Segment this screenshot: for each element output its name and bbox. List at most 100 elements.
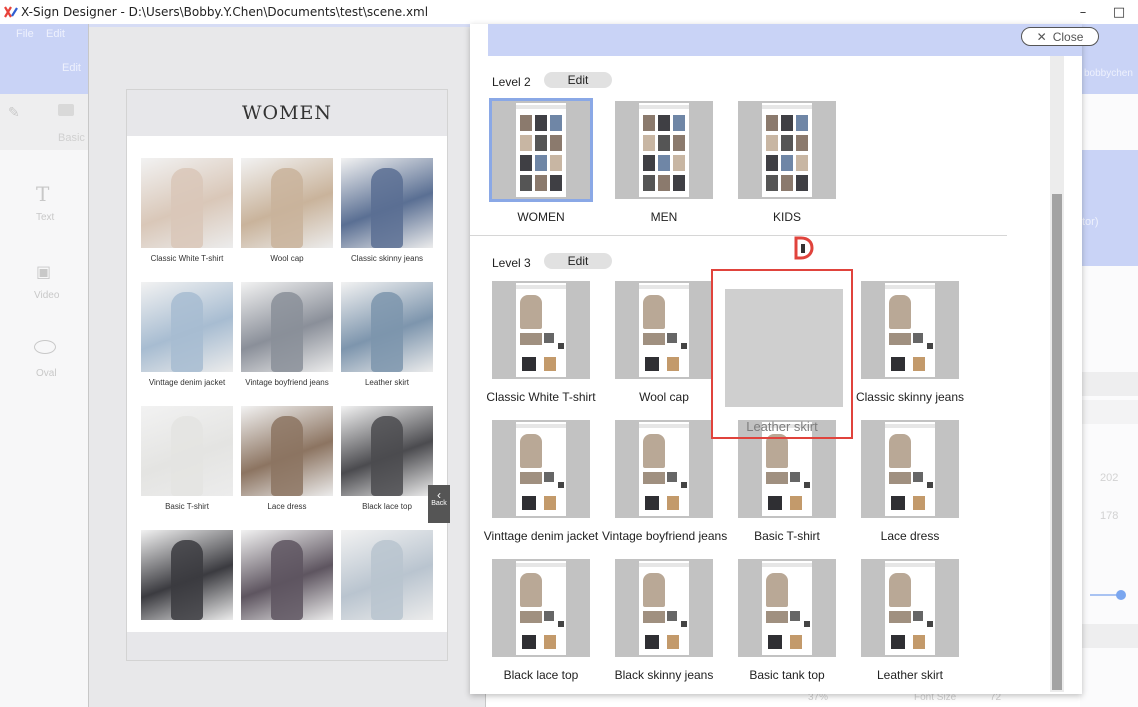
- product-photo: [241, 530, 333, 620]
- preview-panel: WOMEN Classic White T-shirt Wool cap Class…: [88, 24, 487, 707]
- product-caption: Leather skirt: [364, 378, 410, 387]
- product-tile[interactable]: Classic White T-shirt: [141, 158, 233, 263]
- scene-thumbnail[interactable]: [738, 559, 836, 657]
- product-tile[interactable]: Leather skirt: [341, 282, 433, 387]
- mini-photo: [766, 175, 778, 191]
- mini-bottom-photo: [522, 357, 536, 371]
- mini-photo: [520, 175, 532, 191]
- scene-thumbnail[interactable]: [861, 281, 959, 379]
- product-photo: [141, 282, 233, 372]
- mini-qr: [667, 333, 677, 343]
- product-tile[interactable]: Vinttage denim jacket: [141, 282, 233, 387]
- mini-photo: [796, 155, 808, 171]
- tool-text[interactable]: T Text: [0, 174, 88, 236]
- tool-video[interactable]: ▣ Video: [0, 252, 88, 314]
- product-photo: [141, 406, 233, 496]
- page-miniature: [639, 103, 689, 197]
- mini-qr: [544, 333, 554, 343]
- product-tile[interactable]: Wool cap: [241, 158, 333, 263]
- scene-title: WOMEN: [241, 102, 333, 124]
- mini-detail-photo: [520, 611, 542, 623]
- model-figure: [371, 292, 403, 372]
- model-figure: [271, 540, 303, 620]
- mini-bottom-photo: [645, 496, 659, 510]
- product-tile[interactable]: [341, 530, 433, 620]
- mini-bottom-photo: [768, 635, 782, 649]
- properties-section-3: [1080, 624, 1138, 648]
- width-value[interactable]: 202: [1100, 472, 1118, 484]
- text-icon: T: [36, 182, 50, 206]
- scene-thumbnail[interactable]: [492, 281, 590, 379]
- scene-thumbnail-label: Vinttage denim jacket: [483, 529, 599, 543]
- mini-photo: [535, 135, 547, 151]
- dialog-header: ✕ Close: [488, 24, 1099, 56]
- slider-handle[interactable]: [1116, 590, 1126, 600]
- scene-header: WOMEN: [127, 90, 447, 136]
- mini-photo: [796, 135, 808, 151]
- scene-thumbnail[interactable]: [861, 420, 959, 518]
- mini-photo: [766, 155, 778, 171]
- scene-thumbnail[interactable]: [615, 420, 713, 518]
- mini-bottom-photo: [913, 496, 925, 510]
- mini-bottom-photo: [913, 357, 925, 371]
- page-miniature: [516, 422, 566, 516]
- mini-header: [639, 424, 689, 428]
- mini-marker: [558, 343, 564, 349]
- product-tile[interactable]: Lace dress: [241, 406, 333, 511]
- model-figure: [171, 292, 203, 372]
- product-tile[interactable]: Vintage boyfriend jeans: [241, 282, 333, 387]
- product-tile[interactable]: Black lace top: [341, 406, 433, 511]
- close-button[interactable]: ✕ Close: [1021, 27, 1099, 46]
- mini-bottom-photo: [667, 635, 679, 649]
- product-caption: Classic White T-shirt: [150, 254, 224, 263]
- product-tile[interactable]: Basic T-shirt: [141, 406, 233, 511]
- mini-qr: [667, 472, 677, 482]
- mini-qr: [544, 472, 554, 482]
- scene-thumbnail[interactable]: [492, 559, 590, 657]
- image-icon[interactable]: [58, 104, 74, 116]
- minimize-button[interactable]: –: [1068, 0, 1098, 24]
- mini-marker: [681, 343, 687, 349]
- mini-detail-photo: [643, 333, 665, 345]
- mini-photo: [658, 115, 670, 131]
- product-tile[interactable]: [141, 530, 233, 620]
- scene-thumbnail[interactable]: [492, 420, 590, 518]
- background-edit-button[interactable]: Edit: [62, 62, 81, 74]
- back-button[interactable]: ‹ Back: [428, 485, 450, 523]
- product-caption: Black lace top: [362, 502, 412, 511]
- scene-preview: WOMEN Classic White T-shirt Wool cap Class…: [126, 89, 448, 661]
- scene-thumbnail-label: Lace dress: [880, 529, 940, 543]
- menu-file[interactable]: File: [16, 28, 34, 40]
- scene-thumbnail[interactable]: [615, 281, 713, 379]
- mini-detail-photo: [889, 472, 911, 484]
- drag-thumbnail: [725, 289, 843, 407]
- scene-thumbnail[interactable]: [615, 101, 713, 199]
- window-title: X-Sign Designer - D:\Users\Bobby.Y.Chen\…: [21, 5, 429, 19]
- scene-thumbnail[interactable]: [615, 559, 713, 657]
- product-tile[interactable]: Classic skinny jeans: [341, 158, 433, 263]
- mini-photo: [781, 175, 793, 191]
- level-3-edit-button[interactable]: Edit: [544, 253, 612, 269]
- product-photo: [241, 282, 333, 372]
- product-caption: Lace dress: [267, 502, 307, 511]
- mini-hero-photo: [766, 434, 788, 468]
- scene-thumbnail[interactable]: [738, 101, 836, 199]
- tool-basic-label: Basic: [58, 132, 85, 144]
- tool-oval[interactable]: Oval: [0, 330, 88, 392]
- mini-bottom-photo: [544, 635, 556, 649]
- menu-edit[interactable]: Edit: [46, 28, 65, 40]
- level-2-edit-button[interactable]: Edit: [544, 72, 612, 88]
- pencil-icon[interactable]: ✎: [8, 104, 20, 121]
- height-value[interactable]: 178: [1100, 510, 1118, 522]
- product-photo: [241, 406, 333, 496]
- scrollbar-thumb[interactable]: [1052, 194, 1062, 690]
- mini-photo: [643, 175, 655, 191]
- scene-thumbnail[interactable]: [489, 98, 593, 202]
- mini-bottom-photo: [522, 496, 536, 510]
- product-tile[interactable]: [241, 530, 333, 620]
- page-miniature: [885, 422, 935, 516]
- scene-thumbnail-label: Black lace top: [503, 668, 579, 682]
- restore-button[interactable]: □: [1104, 0, 1134, 24]
- scene-thumbnail[interactable]: [861, 559, 959, 657]
- mini-header: [885, 424, 935, 428]
